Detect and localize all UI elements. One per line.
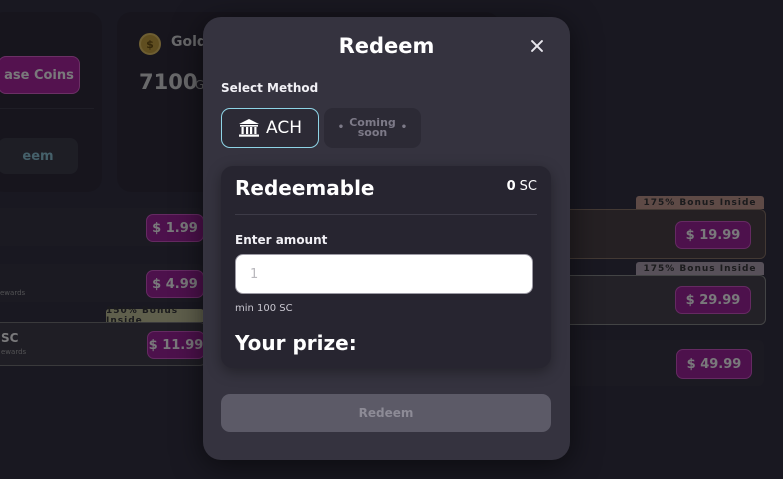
method-ach-button[interactable]: ACH (221, 108, 319, 148)
modal-title: Redeem (338, 34, 435, 58)
bank-icon (239, 119, 259, 137)
balance-unit: SC (519, 179, 537, 194)
redeem-button[interactable]: Redeem (221, 394, 551, 432)
coming-soon-label: Coming soon (349, 117, 396, 139)
dot-icon: • (400, 122, 408, 133)
method-coming-soon-button: • Coming soon • (324, 108, 421, 148)
balance-value: 0 (506, 179, 516, 194)
redeemable-label: Redeemable (235, 176, 375, 200)
coming-soon-line2: soon (357, 126, 388, 139)
panel-divider (235, 214, 537, 215)
select-method-label: Select Method (221, 81, 319, 95)
dot-icon: • (337, 122, 345, 133)
close-icon[interactable] (528, 37, 546, 55)
your-prize-label: Your prize: (235, 331, 357, 355)
redeem-modal: Redeem Select Method ACH • Coming soon •… (203, 17, 570, 460)
enter-amount-label: Enter amount (235, 233, 328, 247)
amount-input[interactable] (235, 254, 533, 294)
method-ach-label: ACH (266, 118, 302, 138)
min-amount-hint: min 100 SC (235, 303, 293, 314)
redeem-panel: Redeemable 0SC Enter amount min 100 SC Y… (221, 166, 551, 368)
sc-balance: 0 SC (507, 179, 537, 194)
